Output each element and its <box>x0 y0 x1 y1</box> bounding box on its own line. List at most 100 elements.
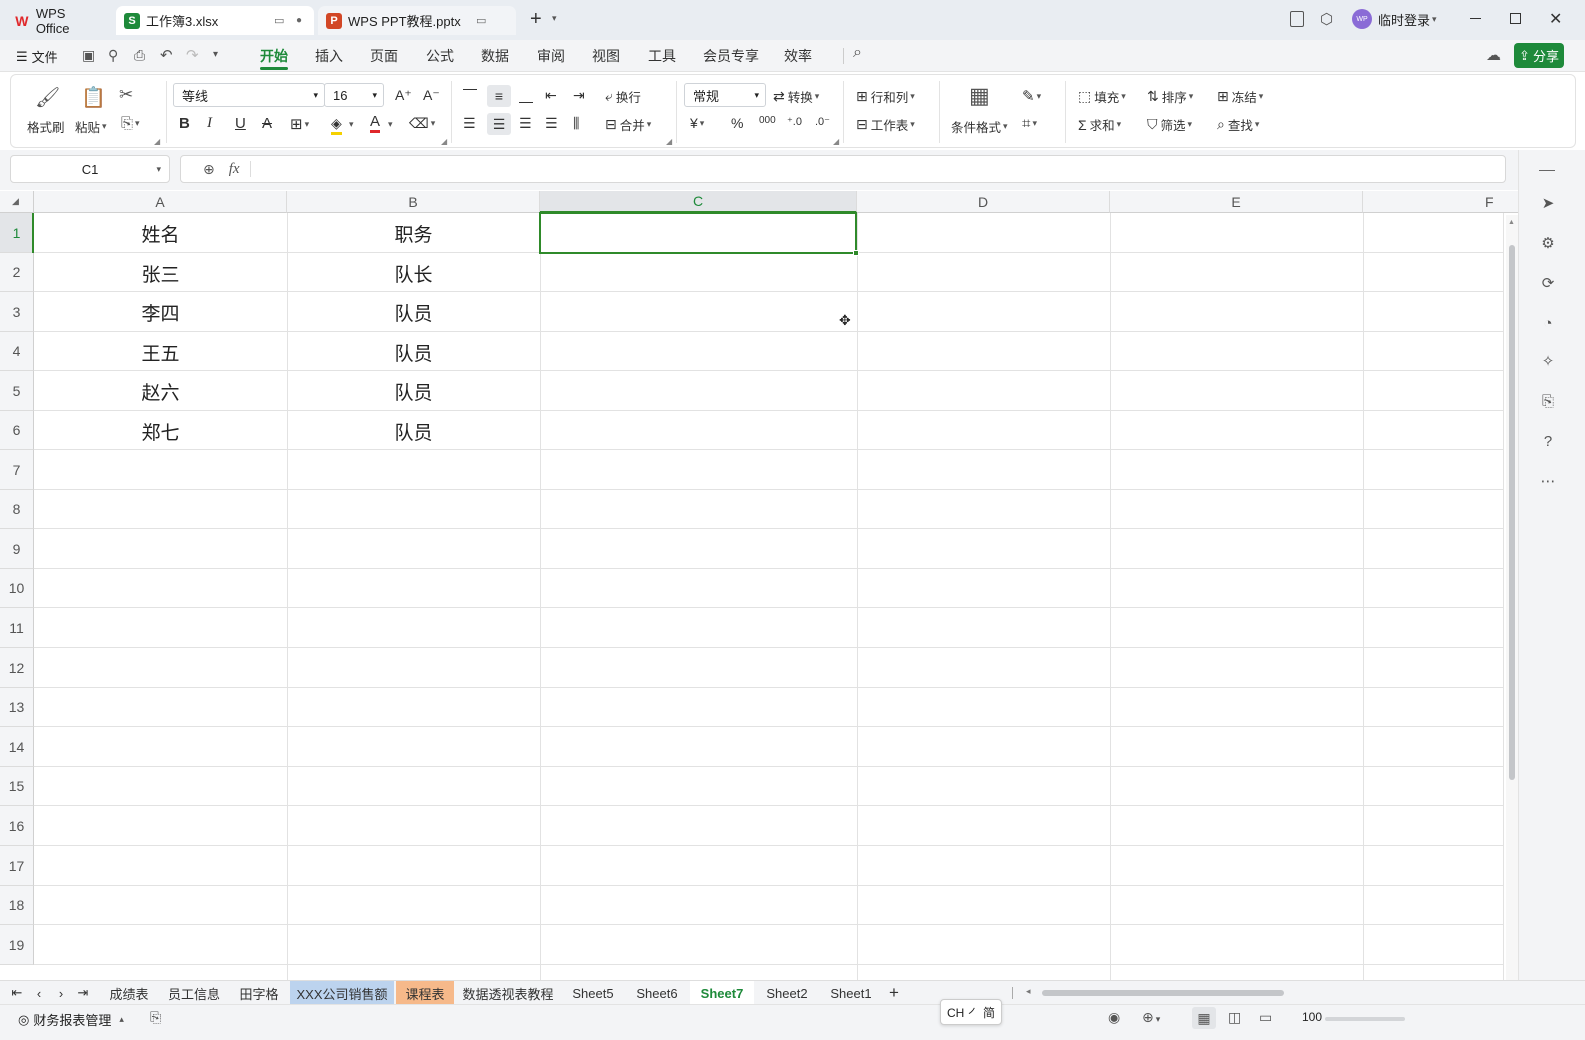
cut-icon[interactable]: ✂ <box>119 85 133 105</box>
underline-button[interactable]: U <box>235 115 246 132</box>
next-sheet-icon[interactable]: › <box>54 981 68 1005</box>
monitor-icon[interactable]: ▭ <box>274 14 284 27</box>
normal-view-icon[interactable]: ▦ <box>1192 1007 1216 1029</box>
copy-icon[interactable]: ⎘ ▾ <box>121 115 140 132</box>
tab-ppt[interactable]: P WPS PPT教程.pptx ▭ <box>318 6 516 35</box>
column-header-d[interactable]: D <box>857 191 1110 213</box>
strikethrough-icon[interactable]: A <box>262 115 272 132</box>
tab-insert[interactable]: 插入 <box>315 46 343 66</box>
row-header[interactable]: 12 <box>0 648 34 688</box>
cell-a2[interactable]: 张三 <box>34 253 287 293</box>
help-icon[interactable]: ? <box>1539 432 1557 450</box>
rows-cols-button[interactable]: ⊞ 行和列 ▾ <box>856 87 915 106</box>
sheet-tab-grid[interactable]: 田字格 <box>230 981 288 1005</box>
decrease-indent-icon[interactable]: ⇤ <box>545 87 557 104</box>
column-header-f[interactable]: F <box>1363 191 1518 213</box>
row-header[interactable]: 18 <box>0 886 34 925</box>
tab-workbook[interactable]: S 工作簿3.xlsx ▭ ● <box>116 6 314 35</box>
decrease-decimal-icon[interactable]: .0⁻ <box>815 115 830 128</box>
row-header[interactable]: 2 <box>0 253 34 292</box>
percent-button[interactable]: % <box>731 115 743 131</box>
cell-a4[interactable]: 王五 <box>34 332 287 372</box>
eraser-icon[interactable]: ⌫ ▾ <box>409 115 435 132</box>
cell-b6[interactable]: 队员 <box>287 411 540 451</box>
sheet-tab-sheet1[interactable]: Sheet1 <box>820 981 882 1005</box>
row-header[interactable]: 4 <box>0 332 34 371</box>
wrap-text-button[interactable]: ⤶ 换行 <box>605 87 641 106</box>
row-header[interactable]: 6 <box>0 411 34 450</box>
row-header[interactable]: 5 <box>0 371 34 411</box>
pointer-select-icon[interactable]: ➤ <box>1539 194 1557 212</box>
chevron-down-icon[interactable]: ▾ <box>552 13 557 24</box>
chevron-down-icon[interactable]: ▾ <box>386 119 393 130</box>
fill-handle[interactable] <box>853 250 859 256</box>
conditional-format-button[interactable]: 条件格式 ▾ <box>951 117 1008 136</box>
align-bottom-icon[interactable]: ⎽ <box>519 87 533 104</box>
sheet-tab-employees[interactable]: 员工信息 <box>160 981 228 1005</box>
sheet-tab-scores[interactable]: 成绩表 <box>100 981 158 1005</box>
align-left-icon[interactable]: ☰ <box>463 115 476 132</box>
tab-data[interactable]: 数据 <box>481 46 509 66</box>
row-header[interactable]: 16 <box>0 806 34 846</box>
more-icon[interactable]: ⋯ <box>1539 472 1557 490</box>
add-sheet-button[interactable]: + <box>884 981 904 1005</box>
fx-icon[interactable]: fx <box>229 161 240 178</box>
macro-icon[interactable]: ⎘ <box>150 1009 161 1026</box>
prev-sheet-icon[interactable]: ‹ <box>32 981 46 1005</box>
conditional-format-icon[interactable]: ▦ <box>969 83 990 109</box>
cell-b1[interactable]: 职务 <box>287 213 540 253</box>
zoom-level[interactable]: 100 <box>1302 1010 1322 1024</box>
new-tab-plus-icon[interactable]: + <box>530 8 542 31</box>
currency-button[interactable]: ¥ ▾ <box>690 115 704 131</box>
cell-a5[interactable]: 赵六 <box>34 371 287 411</box>
font-size-select[interactable]: 16 ▾ <box>324 83 384 107</box>
user-login[interactable]: WP 临时登录 ▾ <box>1352 9 1437 29</box>
format-painter-button[interactable]: 格式刷 <box>27 117 65 136</box>
tab-member[interactable]: 会员专享 <box>703 46 759 66</box>
cell-b5[interactable]: 队员 <box>287 371 540 411</box>
bold-button[interactable]: B <box>179 115 190 132</box>
column-header-c[interactable]: C <box>540 191 857 213</box>
redo-icon[interactable]: ↷ <box>186 46 199 64</box>
row-header[interactable]: 1 <box>0 213 34 253</box>
row-header[interactable]: 14 <box>0 727 34 767</box>
crop-icon[interactable]: ⌗ ▾ <box>1022 115 1037 132</box>
chart-analysis-icon[interactable]: ◔ <box>1539 314 1557 332</box>
tab-start[interactable]: 开始 <box>260 46 288 66</box>
close-icon[interactable]: ✕ <box>1549 9 1562 29</box>
finance-report-button[interactable]: ◎ 财务报表管理 ▴ <box>18 1010 124 1029</box>
scroll-up-icon[interactable]: ▲ <box>1508 219 1515 226</box>
italic-button[interactable]: I <box>207 115 212 132</box>
cell-b3[interactable]: 队员 <box>287 292 540 332</box>
spreadsheet-grid[interactable]: ◢ A B C D E F 1 2 3 4 5 6 7 8 9 10 11 12 13 14 15 16 17 1… <box>0 191 1518 980</box>
cube-icon[interactable]: ⬡ <box>1320 10 1333 28</box>
fill-button[interactable]: ⬚ 填充 ▾ <box>1078 87 1126 106</box>
thousands-button[interactable]: 000 <box>759 115 776 126</box>
first-sheet-icon[interactable]: ⇤ <box>10 981 24 1005</box>
sum-button[interactable]: Σ 求和 ▾ <box>1078 115 1121 134</box>
undo-icon[interactable]: ↶ <box>160 46 173 64</box>
expand-corner-icon[interactable]: ◢ <box>441 137 447 146</box>
row-header[interactable]: 7 <box>0 450 34 490</box>
row-header[interactable]: 13 <box>0 688 34 727</box>
transform-icon[interactable]: ⟳ <box>1539 274 1557 292</box>
horizontal-scrollbar-thumb[interactable] <box>1042 990 1284 996</box>
decrease-font-icon[interactable]: A⁻ <box>423 87 440 104</box>
name-box[interactable]: C1 ▾ <box>10 155 170 183</box>
minimize-icon[interactable] <box>1470 18 1481 19</box>
distributed-icon[interactable]: ⫼ <box>573 115 579 132</box>
increase-decimal-icon[interactable]: ⁺.0 <box>787 115 802 128</box>
maximize-icon[interactable] <box>1510 13 1521 24</box>
zoom-slider[interactable] <box>1325 1017 1405 1021</box>
expand-corner-icon[interactable]: ◢ <box>154 137 160 146</box>
file-menu[interactable]: ☰ 文件 <box>16 47 58 66</box>
fill-color-icon[interactable]: ◈ <box>331 115 342 135</box>
column-header-a[interactable]: A <box>34 191 287 213</box>
expand-corner-icon[interactable]: ◢ <box>666 137 672 146</box>
sheet-tab-sheet5[interactable]: Sheet5 <box>562 981 624 1005</box>
selected-cell-c1[interactable] <box>539 212 857 254</box>
row-header[interactable]: 10 <box>0 569 34 608</box>
tab-review[interactable]: 审阅 <box>537 46 565 66</box>
filter-button[interactable]: ⛉ 筛选 ▾ <box>1147 115 1192 134</box>
border-icon[interactable]: ⊞ ▾ <box>290 115 309 133</box>
